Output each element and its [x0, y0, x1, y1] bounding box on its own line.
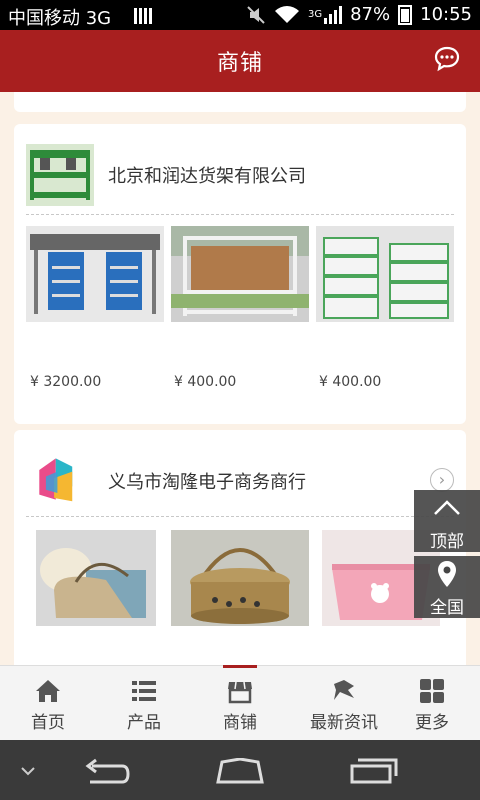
tab-shops[interactable]: 商铺: [192, 665, 288, 741]
chevron-down-icon[interactable]: [20, 766, 36, 776]
battery-percent: 87%: [350, 4, 391, 25]
tab-products[interactable]: 产品: [96, 666, 192, 741]
wifi-icon: [274, 5, 299, 23]
back-to-top-label: 顶部: [430, 532, 464, 552]
nationwide-label: 全国: [430, 598, 464, 618]
chevron-up-icon: [434, 500, 460, 515]
product-image: [316, 226, 454, 322]
status-bar: 中国移动 3G 3G 87% 10:55: [0, 0, 480, 30]
shop-name[interactable]: 义乌市淘隆电子商务商行: [108, 468, 306, 494]
product-item[interactable]: [316, 226, 454, 326]
divider: [26, 214, 454, 215]
product-price: ¥ 400.00: [174, 374, 237, 390]
product-image: [171, 226, 309, 322]
tab-label: 产品: [127, 713, 161, 733]
tab-more[interactable]: 更多: [384, 666, 480, 741]
shop-icon: [228, 681, 252, 704]
product-image: [36, 530, 156, 626]
app-header: 商铺: [0, 30, 480, 92]
chat-icon[interactable]: [434, 46, 460, 72]
divider: [26, 516, 454, 517]
product-image: [26, 226, 164, 322]
home-nav-icon[interactable]: [214, 758, 266, 784]
shop-logo: [26, 144, 94, 206]
location-pin-icon: [438, 561, 456, 587]
product-item[interactable]: [26, 226, 164, 326]
tab-label: 首页: [31, 713, 65, 733]
cell-signal-icon: [324, 5, 343, 24]
product-item[interactable]: [171, 226, 309, 326]
home-icon: [36, 680, 60, 702]
list-icon: [132, 681, 156, 701]
shop-name[interactable]: 北京和润达货架有限公司: [108, 162, 306, 188]
shop-card-partial: [14, 92, 466, 112]
page-title: 商铺: [216, 51, 263, 76]
shop-card[interactable]: 北京和润达货架有限公司 ¥ 3200.00 ¥ 400.00 ¥ 400.00: [14, 124, 466, 424]
signal-strength-icon: [134, 6, 152, 29]
network-type: 3G: [307, 9, 323, 20]
active-tab-marker: [223, 665, 257, 668]
carrier-label: 中国移动 3G: [8, 8, 112, 29]
shop-logo: [39, 458, 73, 502]
product-image: [171, 530, 309, 626]
system-nav-bar: [0, 740, 480, 800]
battery-icon: [398, 4, 413, 25]
back-to-top-button[interactable]: 顶部: [414, 490, 480, 552]
shop-list[interactable]: 北京和润达货架有限公司 ¥ 3200.00 ¥ 400.00 ¥ 400.00 …: [0, 92, 480, 665]
product-item[interactable]: [36, 530, 156, 630]
grid-icon: [420, 679, 444, 703]
product-item[interactable]: [171, 530, 309, 630]
clock: 10:55: [420, 4, 472, 25]
shop-header[interactable]: 北京和润达货架有限公司: [14, 124, 466, 214]
bottom-tab-bar: 首页 产品 商铺 最新资讯 更多: [0, 665, 480, 741]
chevron-right-icon[interactable]: ›: [430, 468, 454, 492]
product-price: ¥ 3200.00: [30, 374, 102, 390]
tab-home[interactable]: 首页: [0, 666, 96, 741]
tab-label: 更多: [415, 713, 449, 733]
shop-header[interactable]: 义乌市淘隆电子商务商行 ›: [14, 430, 466, 520]
nationwide-button[interactable]: 全国: [414, 556, 480, 618]
product-price: ¥ 400.00: [319, 374, 382, 390]
recent-apps-icon[interactable]: [350, 756, 398, 784]
tab-label: 商铺: [223, 713, 257, 733]
mute-icon: [247, 5, 265, 24]
back-icon[interactable]: [82, 758, 130, 786]
news-icon: [334, 680, 354, 700]
shop-card[interactable]: 义乌市淘隆电子商务商行 ›: [14, 430, 466, 665]
